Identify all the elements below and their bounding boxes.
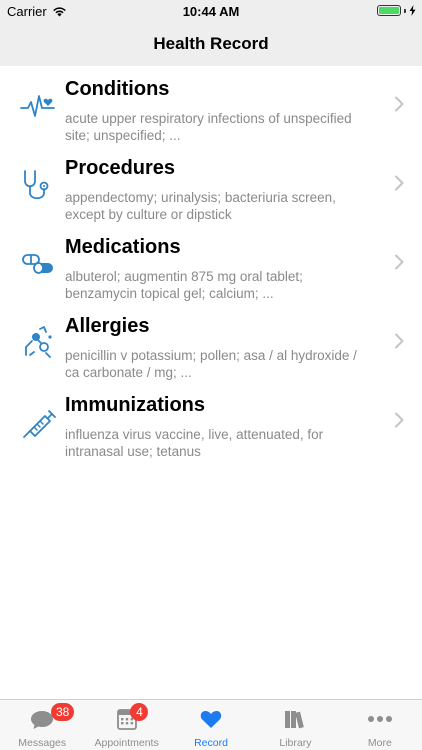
navigation-bar: Health Record (0, 22, 422, 66)
tab-label: Record (194, 737, 228, 749)
pills-icon (22, 254, 53, 274)
record-row-conditions[interactable]: Conditions acute upper respiratory infec… (0, 66, 422, 145)
record-list: Conditions acute upper respiratory infec… (0, 66, 422, 461)
tab-messages[interactable]: 38 Messages (0, 700, 84, 750)
chevron-right-icon (395, 333, 404, 349)
books-icon (285, 711, 305, 729)
status-time: 10:44 AM (182, 4, 240, 19)
record-title: Procedures (65, 157, 176, 179)
battery-icon (377, 5, 401, 16)
tab-library[interactable]: Library (253, 700, 337, 750)
chevron-right-icon (395, 254, 404, 270)
more-dots-icon (367, 716, 392, 722)
appointments-badge: 4 (130, 703, 149, 721)
record-description: influenza virus vaccine, live, attenuate… (65, 427, 324, 459)
battery-group (377, 5, 416, 16)
chevron-right-icon (395, 412, 404, 428)
chevron-right-icon (395, 175, 404, 191)
tab-label: Appointments (94, 737, 159, 749)
tab-record[interactable]: Record (169, 700, 253, 750)
tab-label: More (367, 737, 392, 749)
record-description: penicillin v potassium; pollen; asa / al… (65, 348, 357, 380)
charging-bolt-icon (409, 5, 416, 16)
record-row-procedures[interactable]: Procedures appendectomy; urinalysis; bac… (0, 145, 422, 224)
record-row-allergies[interactable]: Allergies penicillin v potassium; pollen… (0, 303, 422, 382)
page-title: Health Record (153, 34, 269, 53)
record-description: appendectomy; urinalysis; bacteriuria sc… (65, 190, 336, 222)
syringe-icon (23, 410, 56, 438)
tab-appointments[interactable]: 4 Appointments (84, 700, 168, 750)
tab-label: Messages (18, 737, 67, 749)
record-description: albuterol; augmentin 875 mg oral tablet;… (65, 269, 303, 301)
messages-badge: 38 (51, 703, 75, 721)
record-description: acute upper respiratory infections of un… (65, 111, 352, 143)
tab-bar: 38 Messages 4 Appointments Record Librar… (0, 699, 422, 750)
battery-cap (404, 8, 406, 13)
allergen-icon (25, 326, 52, 358)
heart-icon (200, 710, 222, 728)
record-row-immunizations[interactable]: Immunizations influenza virus vaccine, l… (0, 382, 422, 461)
record-title: Medications (65, 236, 181, 258)
status-bar: Carrier 10:44 AM (0, 0, 422, 22)
tab-more[interactable]: More (338, 700, 422, 750)
battery-fill (379, 7, 399, 14)
stethoscope-icon (24, 170, 49, 200)
record-title: Immunizations (65, 394, 206, 416)
record-title: Conditions (65, 78, 170, 100)
tab-label: Library (279, 737, 312, 749)
heart-pulse-icon (20, 95, 55, 117)
chevron-right-icon (395, 96, 404, 112)
record-row-medications[interactable]: Medications albuterol; augmentin 875 mg … (0, 224, 422, 303)
record-title: Allergies (65, 315, 150, 337)
